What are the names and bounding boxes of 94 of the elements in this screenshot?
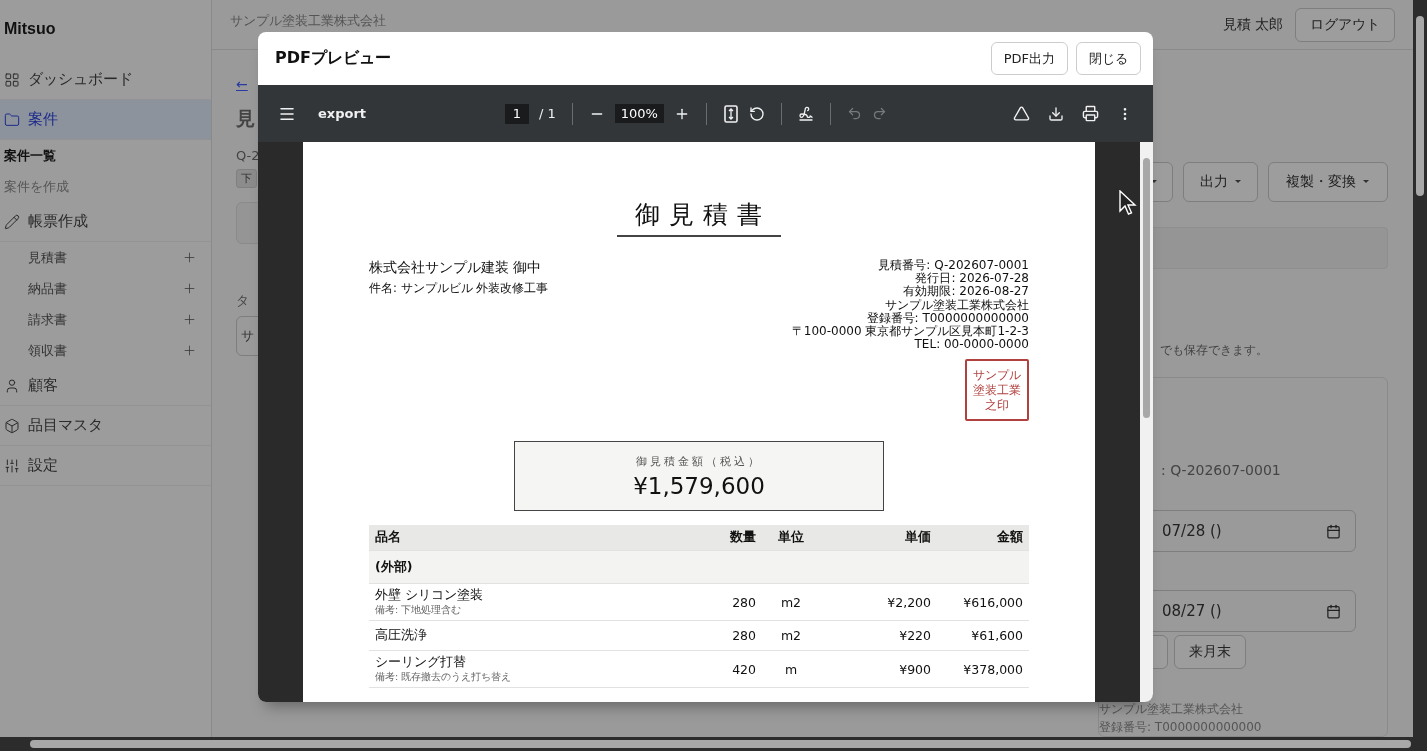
sidebar-item[interactable]: 顧客 <box>0 366 211 406</box>
table-cell-text: ¥616,000 <box>962 594 1023 610</box>
column-header: 単位 <box>777 529 805 547</box>
close-button[interactable]: 閉じる <box>1076 42 1141 75</box>
company-name: サンプル塗装工業株式会社 <box>230 12 386 30</box>
sidebar-subitem[interactable]: 納品書 <box>0 273 211 304</box>
dropdown-button[interactable]: 複製・変換 <box>1268 162 1388 202</box>
brand-name: Mitsuo <box>3 19 57 39</box>
user-name: 見積 太郎 <box>1222 15 1283 34</box>
quote-number: Q-2 <box>236 148 260 163</box>
field-label: タ <box>236 292 249 310</box>
print-icon[interactable] <box>1082 105 1099 122</box>
scrollbar[interactable] <box>1413 0 1427 737</box>
table-cell-text: m <box>783 661 799 677</box>
sidebar-subitem[interactable]: 案件一覧 <box>0 140 211 171</box>
company-name: サンプル塗装工業株式会社 <box>1099 701 1244 718</box>
column-header: 単価 <box>904 529 931 547</box>
table-cell-text: (外部) <box>375 558 414 576</box>
hint-text: でも保存できます。 <box>1159 342 1269 359</box>
sidebar-subitem[interactable]: 案件を作成 <box>0 171 211 202</box>
document-title: 御見積書 <box>617 198 781 237</box>
sidebar-subitem[interactable]: 見積書 <box>0 242 211 273</box>
issuer-line: 有効期限: 2026-08-27 <box>903 285 1029 299</box>
issuer-line: 〒100-0000 東京都サンプル区見本町1-2-3 <box>791 325 1029 339</box>
table-cell-text: ¥900 <box>898 661 931 677</box>
table-cell-text: ¥378,000 <box>962 661 1023 677</box>
registration-number: 登録番号: T0000000000000 <box>1099 719 1263 736</box>
issuer-line: 発行日: 2026-07-28 <box>915 272 1029 286</box>
viewer-scrollbar[interactable] <box>1140 142 1153 702</box>
sidebar-subitem[interactable]: 請求書 <box>0 304 211 335</box>
grid-icon <box>4 71 20 88</box>
person-icon <box>4 377 20 394</box>
table-cell-text: 高圧洗浄 <box>375 627 428 645</box>
column-header: 金額 <box>996 529 1023 547</box>
item-note: 備考: 下地処理含む <box>375 604 463 618</box>
page-field[interactable]: 1 <box>505 103 529 124</box>
sidebar-item[interactable]: 帳票作成 <box>0 202 211 242</box>
caret-icon <box>1362 179 1370 185</box>
sidebar-item[interactable]: 設定 <box>0 446 211 486</box>
dialog-title: PDFプレビュー <box>275 48 391 69</box>
table-cell-text: ¥61,600 <box>970 628 1023 644</box>
pencil-icon <box>4 213 20 230</box>
issuer-line: 登録番号: T0000000000000 <box>866 311 1029 325</box>
table-cell-text: 外壁 シリコン塗装 <box>375 587 484 604</box>
cursor-icon <box>1119 190 1137 216</box>
dropdown-button[interactable]: 出力 <box>1183 162 1258 202</box>
quote-number: : Q-202607-0001 <box>1160 462 1282 478</box>
plus-icon[interactable] <box>182 312 197 327</box>
table-cell-text: 280 <box>731 628 756 644</box>
plus-icon[interactable] <box>182 343 197 358</box>
status-tag: 下 <box>236 169 257 188</box>
file-name: export <box>318 106 367 121</box>
caret-icon <box>1233 179 1242 185</box>
table-cell-text: 420 <box>731 661 756 677</box>
issuer-line: サンプル塗装工業株式会社 <box>885 298 1029 312</box>
table-cell-text: m2 <box>779 628 803 644</box>
calendar-icon[interactable] <box>1326 523 1341 539</box>
scrollbar[interactable] <box>0 737 1427 751</box>
table-cell-text: シーリング打替 <box>375 654 467 671</box>
signature-icon[interactable] <box>797 105 814 122</box>
issuer-line: TEL: 00-0000-0000 <box>914 338 1029 352</box>
total-label: 御見積金額（税込） <box>636 453 762 469</box>
subject: 件名: サンプルビル 外装改修工事 <box>369 281 549 296</box>
table-cell-text: ¥2,200 <box>886 594 931 610</box>
zoom-field[interactable]: 100% <box>614 104 664 123</box>
recipient: 株式会社サンプル建装 御中 <box>369 259 543 277</box>
logout-button[interactable]: ログアウト <box>1295 7 1395 42</box>
sidebar-item[interactable]: 案件 <box>0 100 211 140</box>
plus-icon[interactable] <box>182 250 197 265</box>
rotate-icon[interactable] <box>748 105 765 122</box>
calendar-icon[interactable] <box>1326 603 1341 619</box>
table-cell-text: ¥220 <box>898 628 931 644</box>
back-link[interactable]: ← <box>236 76 248 92</box>
sliders-icon <box>4 457 20 474</box>
issuer-line: 見積番号: Q-202607-0001 <box>878 259 1029 272</box>
folder-icon <box>4 111 20 128</box>
plus-icon[interactable] <box>182 281 197 296</box>
page-heading: 見 <box>236 106 255 131</box>
column-header: 品名 <box>375 529 402 547</box>
table-cell-text: m2 <box>779 594 803 610</box>
export-button[interactable]: PDF出力 <box>990 42 1068 75</box>
download-icon[interactable] <box>1048 105 1064 122</box>
page-count: / 1 <box>539 106 556 121</box>
seal-stamp: サンプル 塗装工業 之印 <box>965 359 1029 422</box>
fit-page-icon[interactable] <box>722 104 739 123</box>
total-amount: ¥1,579,600 <box>633 472 765 499</box>
sidebar-subitem[interactable]: 領収書 <box>0 335 211 366</box>
table-cell-text: 280 <box>731 594 756 610</box>
sidebar-item[interactable]: 品目マスタ <box>0 406 211 446</box>
shortcut-button[interactable]: 来月末 <box>1174 635 1246 669</box>
cube-icon <box>4 417 20 434</box>
triangle-icon[interactable] <box>1013 105 1030 122</box>
item-note: 備考: 既存撤去のうえ打ち替え <box>375 671 513 685</box>
column-header: 数量 <box>729 529 756 547</box>
